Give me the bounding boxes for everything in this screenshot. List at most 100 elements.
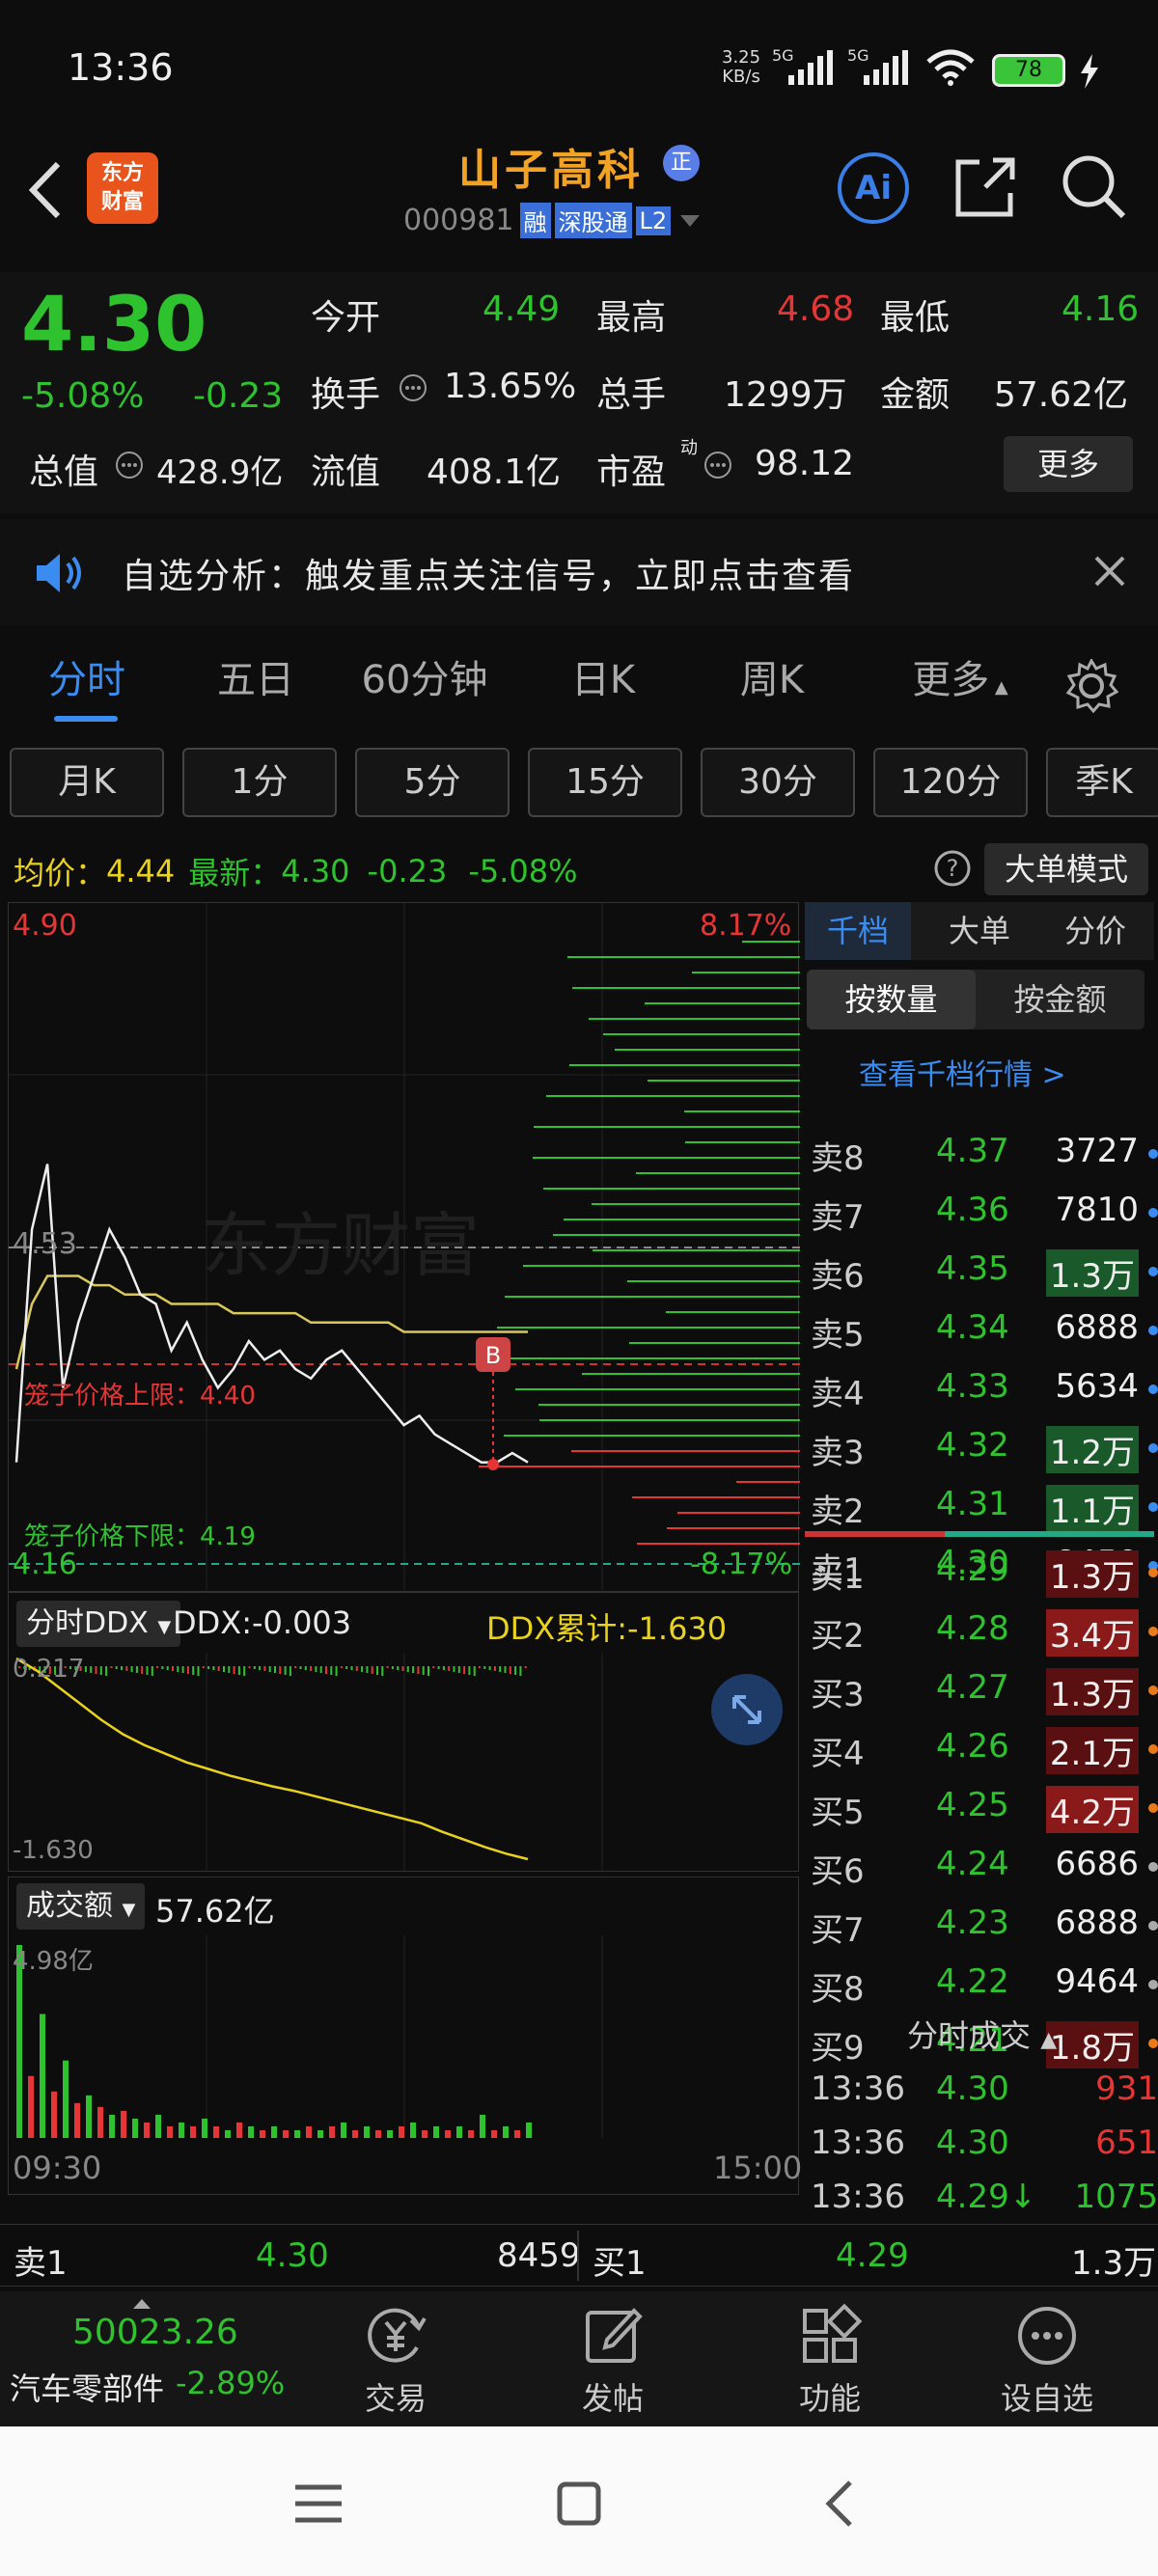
by-amount-button[interactable]: 按金额 <box>976 970 1144 1029</box>
sector-index[interactable]: 50023.26 汽车零部件 -2.89% <box>0 2291 290 2426</box>
amount-value: 57.62亿 <box>994 375 1129 415</box>
share-icon[interactable] <box>951 152 1020 222</box>
bid-row[interactable]: 买4 4.26 2.1万 <box>811 1727 1158 1777</box>
ddx-bar <box>202 1666 205 1668</box>
tick-volume: 1075 <box>1074 2178 1158 2216</box>
ob-price: 4.36 <box>936 1191 1009 1229</box>
volume-bar <box>433 2125 439 2138</box>
tag-rong: 融 <box>519 203 551 238</box>
ob-volume: 1.3万 <box>1045 1249 1139 1297</box>
tab-weekly-k[interactable]: 周K <box>714 627 830 733</box>
ask-row[interactable]: 卖7 4.36 7810 <box>811 1191 1158 1241</box>
ask-row[interactable]: 卖5 4.34 6888 <box>811 1308 1158 1358</box>
close-icon[interactable] <box>1090 552 1129 590</box>
ddx-bar <box>371 1666 373 1674</box>
ddx-bar <box>499 1666 502 1672</box>
tab-more[interactable]: 更多 ▲ <box>893 627 1028 733</box>
ob-level-label: 买1 <box>811 1558 865 1597</box>
net-speed: 3.25 KB/s <box>722 47 761 87</box>
help-icon[interactable]: ? <box>933 849 972 888</box>
volume-y-top: 4.98亿 <box>13 1947 94 1976</box>
info-dots-icon-3[interactable] <box>703 450 733 480</box>
period-quarterly-k[interactable]: 季K <box>1046 748 1158 817</box>
compose-icon <box>586 2308 643 2363</box>
volume-selector[interactable]: 成交额 ▼ <box>16 1883 146 1930</box>
tab-five-day[interactable]: 五日 <box>198 627 314 733</box>
info-dots-icon-2[interactable] <box>114 450 145 480</box>
nav-post[interactable]: 发帖 <box>565 2301 661 2422</box>
info-dots-icon[interactable] <box>398 372 428 403</box>
menu-icon[interactable] <box>290 2480 347 2528</box>
bid-row[interactable]: 买7 4.23 6888 <box>811 1904 1158 1954</box>
ask-row[interactable]: 卖3 4.32 1.2万 <box>811 1426 1158 1476</box>
volume-bar <box>121 2110 126 2138</box>
volume-bar <box>422 2129 427 2138</box>
nav-function[interactable]: 功能 <box>782 2301 878 2422</box>
big-order-mode-button[interactable]: 大单模式 <box>984 843 1148 895</box>
period-5min[interactable]: 5分 <box>355 748 510 817</box>
view-qiandang-link[interactable]: 查看千档行情 > <box>859 1051 1066 1093</box>
ticks-title[interactable]: 分时成交 ▲ <box>907 2012 1057 2056</box>
bid-row[interactable]: 买8 4.22 9464 <box>811 1962 1158 2013</box>
ddx-bar <box>274 1666 276 1673</box>
ddx-bar <box>90 1666 93 1673</box>
pe-value: 98.12 <box>755 444 855 483</box>
by-quantity-button[interactable]: 按数量 <box>807 970 976 1029</box>
volume-bar <box>480 2114 485 2138</box>
tab-price-dist[interactable]: 分价 <box>1042 902 1148 960</box>
open-value: 4.49 <box>482 289 561 329</box>
more-button[interactable]: 更多 <box>1004 436 1133 492</box>
ddx-y-bot: -1.630 <box>13 1836 94 1865</box>
nav-add-watchlist[interactable]: 设自选 <box>994 2301 1100 2422</box>
ddx-selector[interactable]: 分时DDX ▼ <box>16 1601 181 1647</box>
bottom-nav: 50023.26 汽车零部件 -2.89% 交易 发帖 功能 设自选 <box>0 2291 1158 2426</box>
period-120min[interactable]: 120分 <box>873 748 1028 817</box>
bid-row[interactable]: 买3 4.27 1.3万 <box>811 1668 1158 1718</box>
bid-row[interactable]: 买2 4.28 3.4万 <box>811 1609 1158 1659</box>
ddx-bar <box>361 1666 364 1672</box>
ai-button[interactable]: Ai <box>838 152 909 224</box>
notice-banner[interactable]: 自选分析：触发重点关注信号，立即点击查看 <box>0 519 1158 625</box>
speaker-icon <box>37 554 81 592</box>
tab-60min[interactable]: 60分钟 <box>347 627 502 733</box>
tab-big-order[interactable]: 大单 <box>926 902 1033 960</box>
volume-bar <box>28 2075 34 2138</box>
ask-row[interactable]: 卖4 4.33 5634 <box>811 1367 1158 1417</box>
expand-button[interactable] <box>711 1674 783 1745</box>
ob-price: 4.35 <box>936 1249 1009 1288</box>
period-1min[interactable]: 1分 <box>182 748 337 817</box>
chevron-down-icon[interactable] <box>678 211 702 231</box>
ask-row[interactable]: 卖8 4.37 3727 <box>811 1132 1158 1182</box>
home-square-icon[interactable] <box>550 2475 608 2533</box>
search-icon[interactable] <box>1060 152 1129 222</box>
nav-trade[interactable]: 交易 <box>347 2301 444 2422</box>
tab-qiandang[interactable]: 千档 <box>805 902 911 960</box>
ob-dot <box>1148 2039 1158 2048</box>
ddx-bar <box>463 1666 466 1674</box>
gear-icon[interactable] <box>1064 659 1118 713</box>
ddx-bar <box>84 1666 87 1672</box>
ask-row[interactable]: 卖6 4.35 1.3万 <box>811 1249 1158 1300</box>
tab-daily-k[interactable]: 日K <box>545 627 661 733</box>
period-30min[interactable]: 30分 <box>701 748 855 817</box>
avg-label: 均价： <box>14 855 107 891</box>
ddx-bar <box>115 1666 118 1669</box>
bid-row[interactable]: 买1 4.29 1.3万 <box>811 1550 1158 1601</box>
period-monthly-k[interactable]: 月K <box>10 748 164 817</box>
ask-row[interactable]: 卖2 4.31 1.1万 <box>811 1485 1158 1535</box>
ddx-y-top: 0.217 <box>13 1655 85 1684</box>
app-logo[interactable]: 东方 财富 <box>87 152 158 224</box>
ob-volume: 3.4万 <box>1045 1609 1139 1657</box>
volume-bar <box>375 2129 381 2138</box>
ob-volume: 6888 <box>1055 1904 1139 1942</box>
intraday-chart[interactable]: 东方财富 B 4.90 4.53 4.16 8.17% -8.17% 笼子价格上… <box>8 902 800 1593</box>
bid-row[interactable]: 买6 4.24 6686 <box>811 1845 1158 1895</box>
volume-bar <box>352 2129 358 2138</box>
ob-toggle: 按数量 按金额 <box>807 970 1144 1029</box>
back-arrow-icon[interactable] <box>21 156 69 224</box>
period-15min[interactable]: 15分 <box>528 748 682 817</box>
bid-row[interactable]: 买5 4.25 4.2万 <box>811 1786 1158 1836</box>
back-icon[interactable] <box>815 2475 864 2533</box>
ob-volume: 6888 <box>1055 1308 1139 1347</box>
ddx-bar <box>468 1666 471 1675</box>
